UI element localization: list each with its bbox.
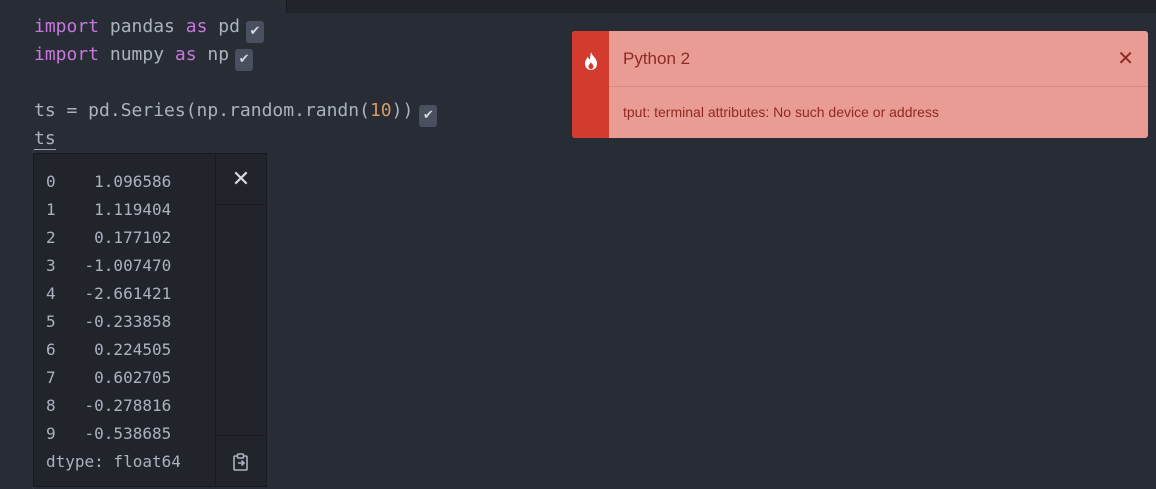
code-text: np xyxy=(196,44,230,65)
number-literal: 10 xyxy=(369,100,392,121)
active-tab[interactable] xyxy=(0,0,287,13)
keyword: import xyxy=(34,44,100,65)
tab-bar xyxy=(0,0,1156,13)
code-editor[interactable]: import pandas as pd ✔ import numpy as np ✔… xyxy=(0,0,1156,489)
code-text: ts = pd.Series(np.random.randn( xyxy=(34,100,370,121)
keyword: as xyxy=(185,16,208,37)
code-line-4[interactable]: ts xyxy=(34,126,56,152)
keyword: import xyxy=(34,16,100,37)
code-text: ts xyxy=(34,128,56,150)
clipboard-icon[interactable] xyxy=(216,435,266,486)
code-text: pd xyxy=(207,16,240,37)
notification-title: Python 2 xyxy=(623,49,691,68)
success-check-icon[interactable]: ✔ xyxy=(419,105,438,127)
keyword: as xyxy=(174,44,197,65)
close-icon[interactable]: ✕ xyxy=(1117,31,1134,87)
code-text: numpy xyxy=(99,44,175,65)
error-notification[interactable]: Python 2 ✕ tput: terminal attributes: No… xyxy=(572,31,1148,138)
code-text: )) xyxy=(391,100,414,121)
notification-detail: tput: terminal attributes: No such devic… xyxy=(623,104,939,120)
success-check-icon[interactable]: ✔ xyxy=(245,21,264,43)
close-icon[interactable]: ✕ xyxy=(216,154,266,205)
success-check-icon[interactable]: ✔ xyxy=(235,49,254,71)
notification-icon-strip xyxy=(572,31,609,138)
flame-icon xyxy=(585,52,597,70)
code-line-1[interactable]: import pandas as pd ✔ xyxy=(34,14,264,43)
result-output-panel[interactable]: 0 1.096586 1 1.119404 2 0.177102 3 -1.00… xyxy=(33,153,267,487)
code-text: pandas xyxy=(99,16,186,37)
code-line-2[interactable]: import numpy as np ✔ xyxy=(34,42,254,71)
result-output-text: 0 1.096586 1 1.119404 2 0.177102 3 -1.00… xyxy=(46,172,181,471)
code-line-3[interactable]: ts = pd.Series(np.random.randn(10)) ✔ xyxy=(34,98,438,127)
clipboard-icon-graphic xyxy=(233,453,248,471)
output-controls: ✕ xyxy=(215,154,266,486)
